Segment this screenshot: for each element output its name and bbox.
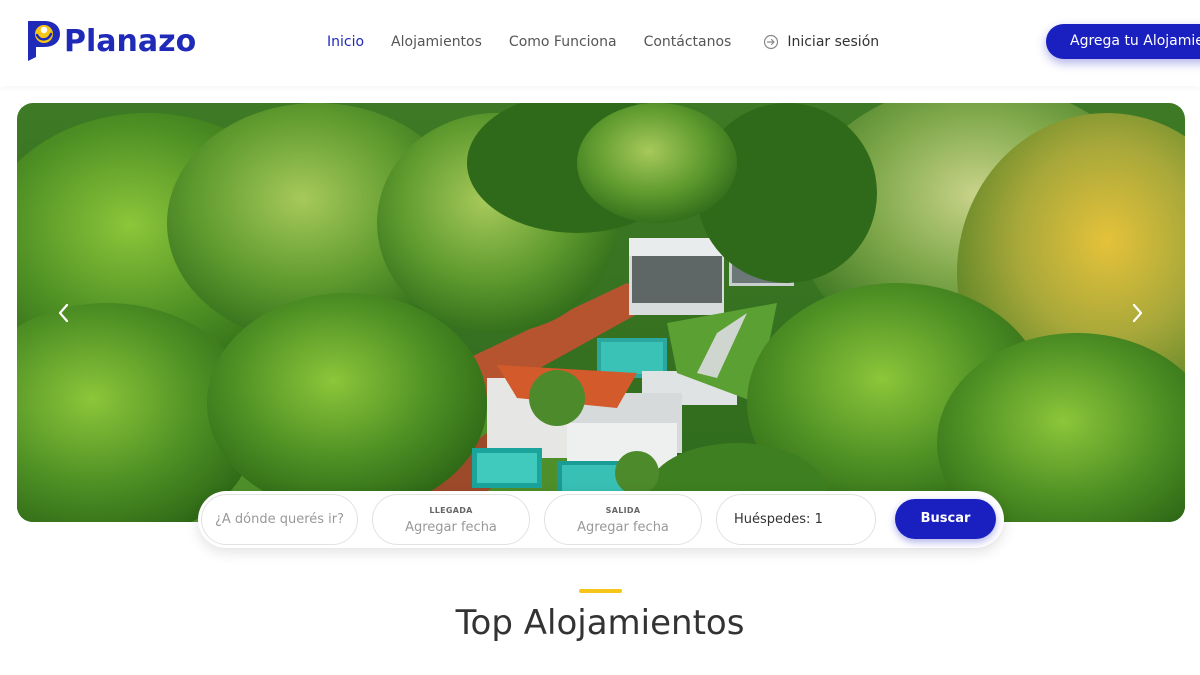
nav-item-inicio[interactable]: Inicio [327, 34, 364, 50]
guests-field[interactable]: Huéspedes: 1 [716, 494, 876, 545]
search-bar: ¿A dónde querés ir? LLEGADA Agregar fech… [198, 491, 1004, 548]
arrival-label: LLEGADA [429, 506, 473, 515]
hero-image [17, 103, 1185, 522]
nav-item-contactanos[interactable]: Contáctanos [644, 34, 732, 50]
login-arrow-icon [764, 34, 779, 50]
top-navbar: Planazo Inicio Alojamientos Como Funcion… [0, 0, 1200, 86]
search-button[interactable]: Buscar [895, 499, 996, 539]
main-nav: Inicio Alojamientos Como Funciona Contác… [327, 30, 879, 54]
departure-placeholder: Agregar fecha [577, 520, 669, 535]
nav-item-como-funciona[interactable]: Como Funciona [509, 34, 617, 50]
section-title: Top Alojamientos [455, 603, 745, 643]
arrival-date-field[interactable]: LLEGADA Agregar fecha [372, 494, 530, 545]
carousel-next-icon[interactable] [1127, 298, 1149, 328]
arrival-placeholder: Agregar fecha [405, 520, 497, 535]
login-label: Iniciar sesión [787, 34, 880, 50]
section-accent-bar [579, 589, 622, 593]
brand-name: Planazo [64, 23, 197, 59]
login-link[interactable]: Iniciar sesión [763, 34, 879, 50]
logo-icon [28, 21, 60, 61]
departure-label: SALIDA [605, 506, 641, 515]
guests-value: Huéspedes: 1 [734, 512, 823, 527]
destination-field[interactable]: ¿A dónde querés ir? [201, 494, 358, 545]
carousel-prev-icon[interactable] [52, 298, 74, 328]
add-listing-button[interactable]: Agrega tu Alojamiento [1046, 24, 1200, 59]
brand-logo[interactable]: Planazo [24, 18, 196, 64]
departure-date-field[interactable]: SALIDA Agregar fecha [544, 494, 702, 545]
destination-placeholder: ¿A dónde querés ir? [214, 512, 345, 527]
nav-item-alojamientos[interactable]: Alojamientos [391, 34, 482, 50]
